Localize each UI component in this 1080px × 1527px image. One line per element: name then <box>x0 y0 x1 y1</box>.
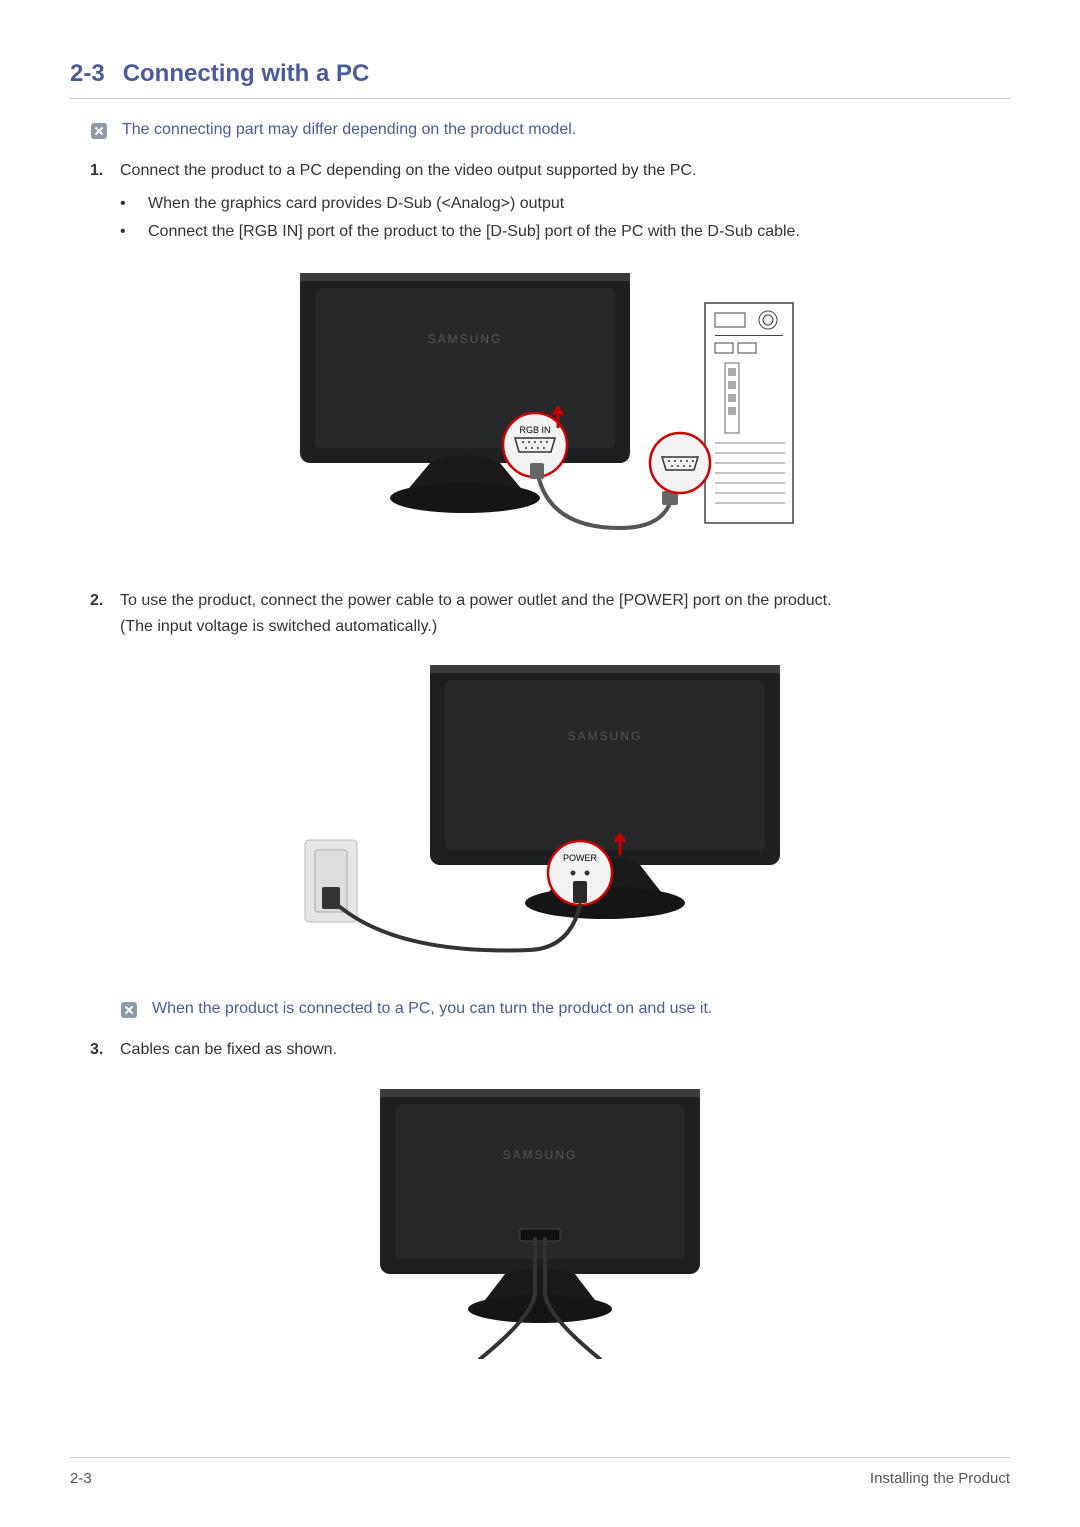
bullet-text: When the graphics card provides D-Sub (<… <box>148 190 564 219</box>
svg-text:POWER: POWER <box>563 853 598 863</box>
note-text-1: The connecting part may differ depending… <box>122 121 576 139</box>
bullet-dot-icon: • <box>120 190 130 219</box>
page-footer: 2-3 Installing the Product <box>70 1457 1010 1487</box>
step-2-text: To use the product, connect the power ca… <box>120 592 832 609</box>
step-3-number: 3. <box>90 1037 112 1063</box>
section-title: Connecting with a PC <box>123 60 370 88</box>
footer-left: 2-3 <box>70 1470 92 1487</box>
step-2-text-2: (The input voltage is switched automatic… <box>120 618 437 635</box>
step-1-number: 1. <box>90 158 112 184</box>
list-item: • When the graphics card provides D-Sub … <box>120 190 1010 219</box>
note-row-2: When the product is connected to a PC, y… <box>120 1000 1010 1019</box>
section-heading: 2-3 Connecting with a PC <box>70 60 1010 99</box>
figure-rgb-connection: SAMSUNG RGB IN <box>70 263 1010 558</box>
step-3: 3. Cables can be fixed as shown. <box>90 1037 1010 1063</box>
section-number: 2-3 <box>70 60 105 88</box>
note-icon <box>120 1001 138 1019</box>
note-text-2: When the product is connected to a PC, y… <box>152 1000 712 1018</box>
step-1-bullets: • When the graphics card provides D-Sub … <box>120 190 1010 248</box>
step-2: 2. To use the product, connect the power… <box>90 588 1010 639</box>
svg-text:RGB IN: RGB IN <box>519 425 550 435</box>
brand-label: SAMSUNG <box>428 332 503 346</box>
list-item: • Connect the [RGB IN] port of the produ… <box>120 218 1010 247</box>
figure-cable-management: SAMSUNG <box>70 1079 1010 1364</box>
step-1-text: Connect the product to a PC depending on… <box>120 158 1010 184</box>
note-icon <box>90 122 108 140</box>
figure-power-connection: SAMSUNG POWER <box>70 655 1010 970</box>
svg-text:SAMSUNG: SAMSUNG <box>568 729 643 743</box>
footer-right: Installing the Product <box>870 1470 1010 1487</box>
note-row-1: The connecting part may differ depending… <box>90 121 1010 140</box>
step-3-text: Cables can be fixed as shown. <box>120 1037 1010 1063</box>
step-2-number: 2. <box>90 588 112 639</box>
bullet-dot-icon: • <box>120 218 130 247</box>
bullet-text: Connect the [RGB IN] port of the product… <box>148 218 800 247</box>
step-1: 1. Connect the product to a PC depending… <box>90 158 1010 184</box>
svg-text:SAMSUNG: SAMSUNG <box>503 1148 578 1162</box>
